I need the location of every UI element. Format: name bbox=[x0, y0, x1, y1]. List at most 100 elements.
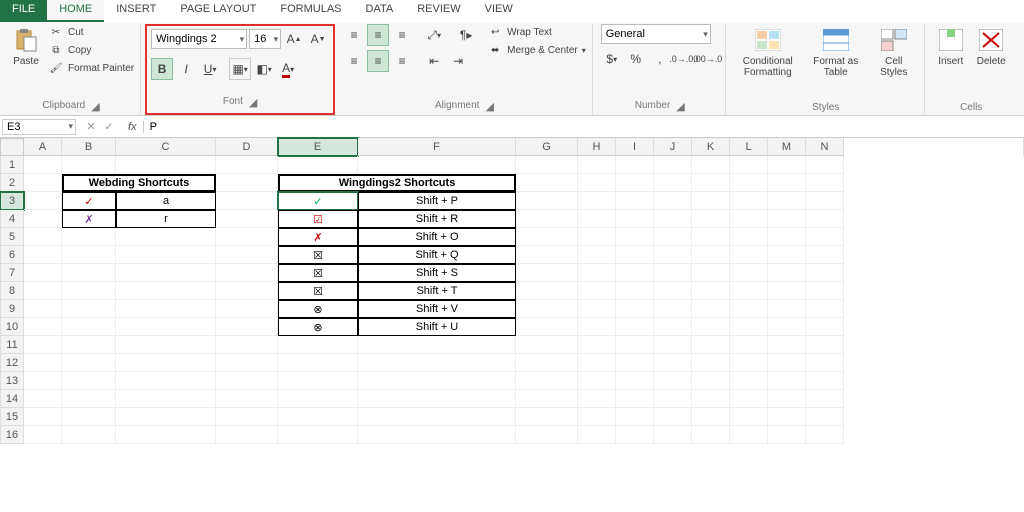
cell-B14[interactable] bbox=[62, 390, 116, 408]
cell-H5[interactable] bbox=[578, 228, 616, 246]
cell-D6[interactable] bbox=[216, 246, 278, 264]
cell-F12[interactable] bbox=[358, 354, 516, 372]
cell-H2[interactable] bbox=[578, 174, 616, 192]
cell-J15[interactable] bbox=[654, 408, 692, 426]
cell-G12[interactable] bbox=[516, 354, 578, 372]
cell-F5[interactable]: Shift + O bbox=[358, 228, 516, 246]
cell-J16[interactable] bbox=[654, 426, 692, 444]
cell-K5[interactable] bbox=[692, 228, 730, 246]
row-header-14[interactable]: 14 bbox=[0, 390, 24, 408]
cell-I15[interactable] bbox=[616, 408, 654, 426]
format-painter-button[interactable]: 🖌Format Painter bbox=[48, 60, 134, 76]
cell-F4[interactable]: Shift + R bbox=[358, 210, 516, 228]
cell-N3[interactable] bbox=[806, 192, 844, 210]
cell-G9[interactable] bbox=[516, 300, 578, 318]
cell-D5[interactable] bbox=[216, 228, 278, 246]
cell-B12[interactable] bbox=[62, 354, 116, 372]
cell-B13[interactable] bbox=[62, 372, 116, 390]
copy-button[interactable]: ⧉Copy bbox=[48, 42, 134, 58]
row-header-6[interactable]: 6 bbox=[0, 246, 24, 264]
row-header-4[interactable]: 4 bbox=[0, 210, 24, 228]
cell-G14[interactable] bbox=[516, 390, 578, 408]
cell-C6[interactable] bbox=[116, 246, 216, 264]
cell-N5[interactable] bbox=[806, 228, 844, 246]
cell-L16[interactable] bbox=[730, 426, 768, 444]
cell-C11[interactable] bbox=[116, 336, 216, 354]
cell-C8[interactable] bbox=[116, 282, 216, 300]
italic-button[interactable]: I bbox=[175, 58, 197, 80]
cell-G10[interactable] bbox=[516, 318, 578, 336]
cell-M11[interactable] bbox=[768, 336, 806, 354]
cell-E11[interactable] bbox=[278, 336, 358, 354]
cell-K10[interactable] bbox=[692, 318, 730, 336]
cell-I7[interactable] bbox=[616, 264, 654, 282]
cell-K9[interactable] bbox=[692, 300, 730, 318]
cell-F7[interactable]: Shift + S bbox=[358, 264, 516, 282]
underline-button[interactable]: U ▾ bbox=[199, 58, 221, 80]
col-header-E[interactable]: E bbox=[278, 138, 358, 156]
cell-I10[interactable] bbox=[616, 318, 654, 336]
align-right-button[interactable]: ≡ bbox=[391, 50, 413, 72]
cell-N13[interactable] bbox=[806, 372, 844, 390]
fx-icon[interactable]: fx bbox=[128, 121, 137, 133]
cell-L3[interactable] bbox=[730, 192, 768, 210]
col-header-I[interactable]: I bbox=[616, 138, 654, 156]
cell-N2[interactable] bbox=[806, 174, 844, 192]
merge-center-button[interactable]: ⬌Merge & Center ▾ bbox=[487, 42, 586, 58]
cell-M1[interactable] bbox=[768, 156, 806, 174]
cell-M15[interactable] bbox=[768, 408, 806, 426]
cell-D2[interactable] bbox=[216, 174, 278, 192]
cell-C15[interactable] bbox=[116, 408, 216, 426]
cell-M2[interactable] bbox=[768, 174, 806, 192]
dialog-launcher-icon[interactable]: ◢ bbox=[676, 100, 684, 113]
cell-C10[interactable] bbox=[116, 318, 216, 336]
cell-J13[interactable] bbox=[654, 372, 692, 390]
cell-K15[interactable] bbox=[692, 408, 730, 426]
cell-N11[interactable] bbox=[806, 336, 844, 354]
cell-K8[interactable] bbox=[692, 282, 730, 300]
cell-N12[interactable] bbox=[806, 354, 844, 372]
cell-N9[interactable] bbox=[806, 300, 844, 318]
cell-C13[interactable] bbox=[116, 372, 216, 390]
format-as-table-button[interactable]: Format as Table bbox=[806, 24, 866, 80]
cell-N16[interactable] bbox=[806, 426, 844, 444]
cell-D9[interactable] bbox=[216, 300, 278, 318]
insert-cells-button[interactable]: Insert bbox=[933, 24, 969, 69]
cell-L7[interactable] bbox=[730, 264, 768, 282]
tab-view[interactable]: VIEW bbox=[473, 0, 525, 22]
cell-M4[interactable] bbox=[768, 210, 806, 228]
cell-N15[interactable] bbox=[806, 408, 844, 426]
tab-data[interactable]: DATA bbox=[354, 0, 406, 22]
cell-E9[interactable]: ⊗ bbox=[278, 300, 358, 318]
cell-A15[interactable] bbox=[24, 408, 62, 426]
cell-G11[interactable] bbox=[516, 336, 578, 354]
cell-N10[interactable] bbox=[806, 318, 844, 336]
tab-home[interactable]: HOME bbox=[47, 0, 104, 22]
cell-K11[interactable] bbox=[692, 336, 730, 354]
cancel-formula-button[interactable]: ✕ bbox=[82, 120, 100, 133]
cell-B15[interactable] bbox=[62, 408, 116, 426]
cell-F16[interactable] bbox=[358, 426, 516, 444]
cell-D11[interactable] bbox=[216, 336, 278, 354]
cell-M7[interactable] bbox=[768, 264, 806, 282]
align-top-button[interactable]: ≡ bbox=[343, 24, 365, 46]
cell-A5[interactable] bbox=[24, 228, 62, 246]
cell-B4[interactable]: ✗ bbox=[62, 210, 116, 228]
cell-H11[interactable] bbox=[578, 336, 616, 354]
tab-page-layout[interactable]: PAGE LAYOUT bbox=[168, 0, 268, 22]
cell-B3[interactable]: ✓ bbox=[62, 192, 116, 210]
cell-H10[interactable] bbox=[578, 318, 616, 336]
cell-D10[interactable] bbox=[216, 318, 278, 336]
percent-button[interactable]: % bbox=[625, 48, 647, 70]
bold-button[interactable]: B bbox=[151, 58, 173, 80]
cell-I2[interactable] bbox=[616, 174, 654, 192]
cell-G7[interactable] bbox=[516, 264, 578, 282]
cell-M3[interactable] bbox=[768, 192, 806, 210]
cell-K2[interactable] bbox=[692, 174, 730, 192]
cell-D7[interactable] bbox=[216, 264, 278, 282]
cell-G3[interactable] bbox=[516, 192, 578, 210]
cell-G1[interactable] bbox=[516, 156, 578, 174]
cell-H7[interactable] bbox=[578, 264, 616, 282]
dialog-launcher-icon[interactable]: ◢ bbox=[249, 96, 257, 109]
cell-F10[interactable]: Shift + U bbox=[358, 318, 516, 336]
